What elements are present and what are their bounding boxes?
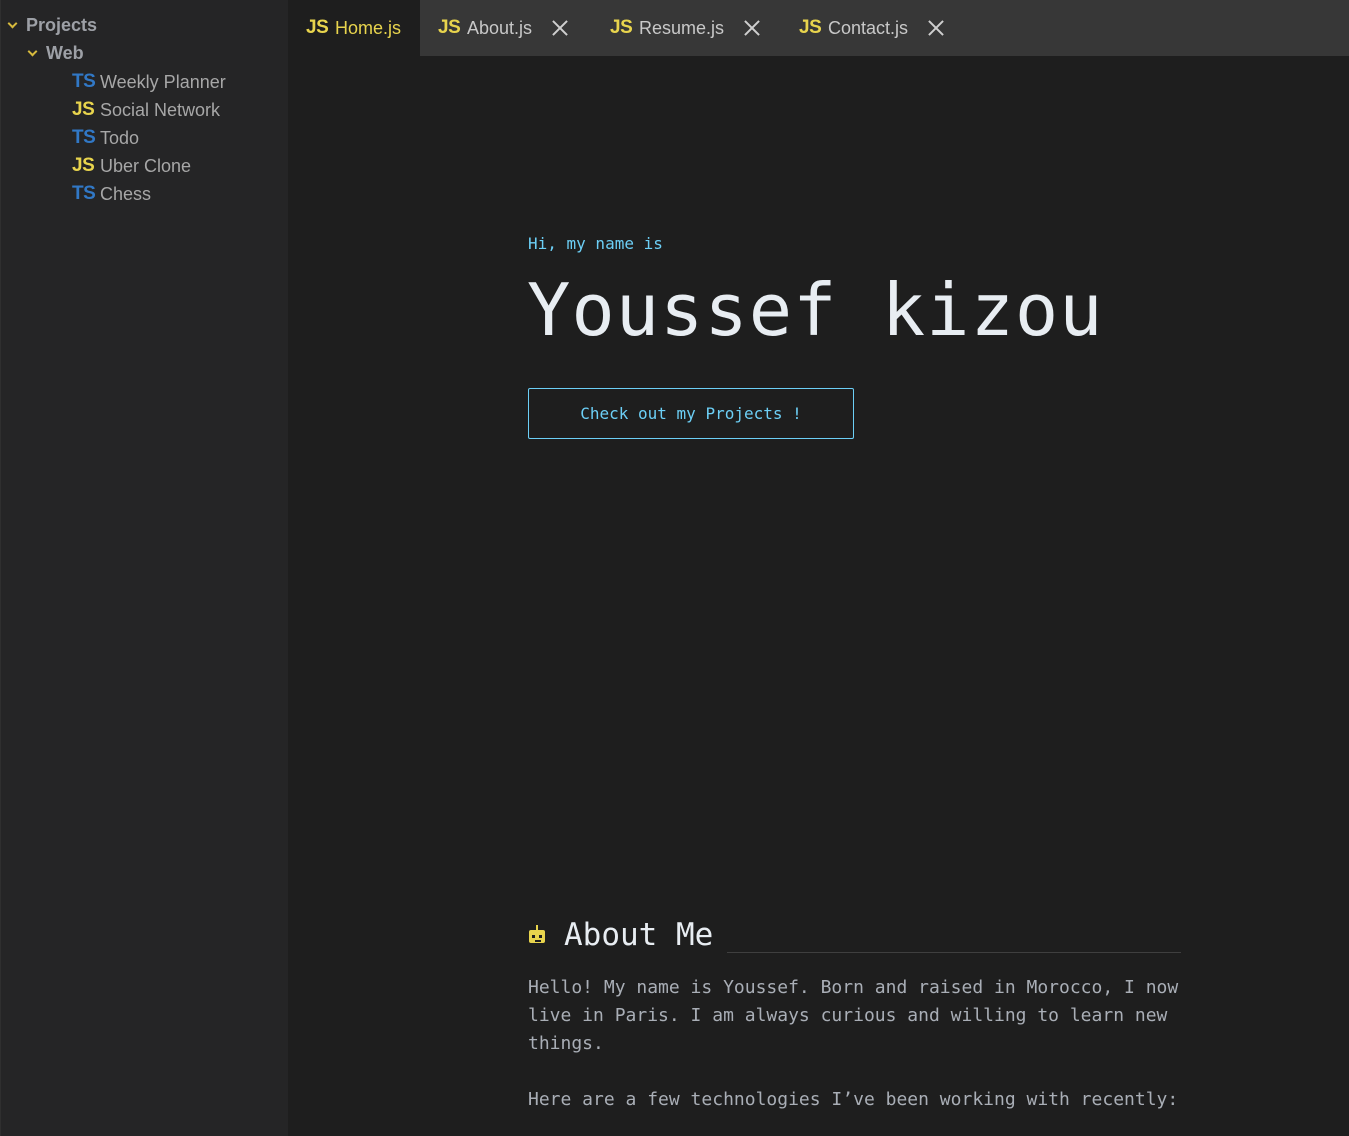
folder-label: Web <box>46 42 84 63</box>
file-uber-clone[interactable]: JS Uber Clone <box>72 152 191 180</box>
tab-label: Home.js <box>335 17 402 38</box>
tab-label: Resume.js <box>639 17 725 38</box>
javascript-icon: JS <box>438 17 461 38</box>
javascript-icon: JS <box>610 17 633 38</box>
file-social-network[interactable]: JS Social Network <box>72 96 220 124</box>
typescript-icon: TS <box>72 127 96 148</box>
close-icon[interactable] <box>742 18 762 38</box>
typescript-icon: TS <box>72 71 96 92</box>
robot-icon <box>528 925 546 943</box>
about-heading: About Me <box>528 914 1181 956</box>
divider <box>727 951 1181 953</box>
javascript-icon: JS <box>72 155 95 176</box>
hero-name: Youssef kizou <box>527 268 1104 352</box>
hero-greeting: Hi, my name is <box>528 234 663 253</box>
chevron-down-icon <box>7 18 18 28</box>
chevron-down-icon <box>27 46 38 56</box>
file-weekly-planner[interactable]: TS Weekly Planner <box>72 68 226 96</box>
tab-contact[interactable]: JS Contact.js <box>781 0 961 56</box>
tab-about[interactable]: JS About.js <box>420 0 592 56</box>
file-label: Chess <box>100 183 152 204</box>
tab-home[interactable]: JS Home.js <box>288 0 420 56</box>
about-text: Hello! My name is Youssef. Born and rais… <box>528 974 1188 1114</box>
file-label: Social Network <box>100 99 221 120</box>
close-icon[interactable] <box>926 18 946 38</box>
tab-resume[interactable]: JS Resume.js <box>592 0 781 56</box>
javascript-icon: JS <box>306 17 329 38</box>
tab-bar: JS Home.js JS About.js JS Resume.js JS C… <box>288 0 1349 56</box>
explorer-sidebar: Projects Web TS Weekly Planner JS Social… <box>0 0 288 1136</box>
folder-label: Projects <box>26 14 98 35</box>
file-label: Weekly Planner <box>100 71 226 92</box>
javascript-icon: JS <box>799 17 822 38</box>
about-paragraph: Hello! My name is Youssef. Born and rais… <box>528 977 1179 1054</box>
folder-projects[interactable]: Projects <box>7 11 98 39</box>
tab-label: About.js <box>467 17 533 38</box>
file-label: Uber Clone <box>100 155 192 176</box>
about-title: About Me <box>564 917 714 953</box>
file-todo[interactable]: TS Todo <box>72 124 139 152</box>
folder-web[interactable]: Web <box>27 39 84 67</box>
file-label: Todo <box>100 127 140 148</box>
file-chess[interactable]: TS Chess <box>72 180 151 208</box>
close-icon[interactable] <box>550 18 570 38</box>
typescript-icon: TS <box>72 183 96 204</box>
javascript-icon: JS <box>72 99 95 120</box>
about-paragraph: Here are a few technologies I’ve been wo… <box>528 1089 1179 1110</box>
check-projects-button[interactable]: Check out my Projects ! <box>528 388 854 439</box>
tab-label: Contact.js <box>828 17 909 38</box>
